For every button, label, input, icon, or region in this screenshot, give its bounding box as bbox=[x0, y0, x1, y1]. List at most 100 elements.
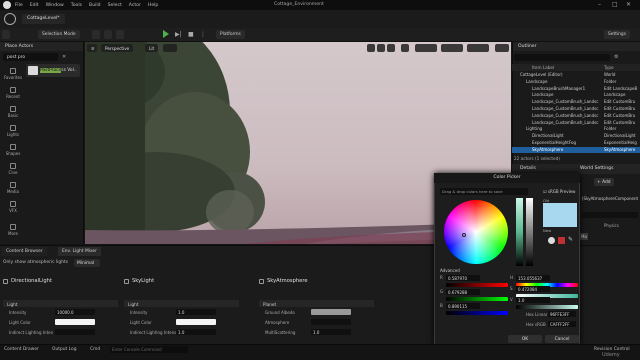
advanced-section[interactable]: Advanced bbox=[440, 268, 460, 273]
menu-tools[interactable]: Tools bbox=[71, 3, 82, 8]
save-icon[interactable] bbox=[2, 30, 10, 39]
maximize-icon[interactable]: □ bbox=[612, 1, 618, 8]
category-vfx[interactable]: VFX bbox=[2, 201, 24, 213]
stop-icon[interactable]: ■ bbox=[188, 31, 194, 38]
g-slider[interactable] bbox=[446, 297, 508, 301]
category-basic[interactable]: Basic bbox=[2, 106, 24, 118]
outliner-row[interactable]: Lighting Folder bbox=[512, 126, 640, 132]
menu-edit[interactable]: Edit bbox=[30, 3, 39, 8]
close-icon[interactable]: ✕ bbox=[626, 1, 631, 8]
mixer-property-value[interactable]: 1.0 bbox=[176, 329, 216, 335]
category-media[interactable]: Media bbox=[2, 182, 24, 194]
outliner-search-input[interactable] bbox=[514, 54, 610, 61]
h-value[interactable]: 153.055637 bbox=[516, 275, 550, 281]
menu-actor[interactable]: Actor bbox=[129, 3, 141, 8]
outliner-row[interactable]: LandscapeBrushManager1 Edit LandscapeB bbox=[512, 86, 640, 92]
menu-help[interactable]: Help bbox=[148, 3, 158, 8]
physics-tab[interactable]: Physics bbox=[604, 223, 619, 228]
outliner-row[interactable]: Landscape_CustomBrush_Landsc Edit CustomB… bbox=[512, 106, 640, 112]
viewport-menu-icon[interactable]: ≡ bbox=[87, 44, 97, 52]
mixer-property-value[interactable] bbox=[55, 319, 95, 325]
menu-build[interactable]: Build bbox=[89, 3, 101, 8]
category-more[interactable]: More bbox=[2, 224, 24, 236]
cancel-button[interactable]: Cancel bbox=[545, 335, 579, 343]
output-log-button[interactable]: Output Log bbox=[52, 347, 77, 352]
add-actor-icon[interactable] bbox=[92, 30, 100, 39]
theme-icon[interactable] bbox=[548, 237, 555, 244]
outliner-row[interactable]: SkyAtmosphere SkyAtmosphere bbox=[512, 146, 640, 153]
g-value[interactable]: 0.679288 bbox=[446, 289, 480, 295]
rotation-snap-button[interactable] bbox=[441, 44, 463, 52]
mixer-section-header[interactable]: Planet bbox=[259, 300, 374, 307]
mixer-section-header[interactable]: Light bbox=[3, 300, 118, 307]
platforms-button[interactable]: Platforms bbox=[216, 30, 245, 39]
outliner-row[interactable]: Landscape_CustomBrush_Landsc Edit CustomB… bbox=[512, 99, 640, 105]
details-search-input[interactable] bbox=[582, 212, 638, 218]
v-value[interactable]: 1.0 bbox=[516, 297, 550, 303]
outliner-row[interactable]: Landscape_CustomBrush_Landsc Edit CustomB… bbox=[512, 120, 640, 126]
more-icon[interactable]: ⋮ bbox=[200, 31, 206, 38]
mixer-property-value[interactable]: 1.0 bbox=[311, 329, 351, 335]
item-label-header[interactable]: Item Label bbox=[532, 65, 554, 70]
minimize-icon[interactable]: – bbox=[598, 1, 601, 8]
grid-snap-button[interactable] bbox=[415, 44, 437, 52]
menu-window[interactable]: Window bbox=[46, 3, 64, 8]
mixer-property-value[interactable]: 1.0 bbox=[176, 309, 216, 315]
r-slider[interactable] bbox=[446, 283, 508, 287]
perspective-button[interactable]: Perspective bbox=[101, 44, 134, 52]
mixer-property-value[interactable]: 10000.0 bbox=[55, 309, 95, 315]
clear-search-icon[interactable]: ✕ bbox=[62, 54, 66, 60]
console-command-input[interactable]: Enter Console Command bbox=[110, 346, 188, 353]
scale-snap-button[interactable] bbox=[467, 44, 489, 52]
category-shapes[interactable]: Shapes bbox=[2, 144, 24, 156]
cinematics-icon[interactable] bbox=[116, 30, 124, 39]
layout-icon[interactable] bbox=[495, 44, 509, 52]
category-cine[interactable]: Cine bbox=[2, 163, 24, 175]
cmd-dropdown[interactable]: Cmd bbox=[90, 347, 100, 352]
place-actors-search-input[interactable]: post pro bbox=[3, 53, 58, 61]
eyedropper-icon[interactable]: ✎ bbox=[568, 236, 573, 243]
category-recent[interactable]: Recent bbox=[2, 87, 24, 99]
content-browser-tab[interactable]: Content Browser bbox=[2, 247, 47, 256]
mixer-property-value[interactable] bbox=[176, 319, 216, 325]
selection-mode-button[interactable]: Selection Mode bbox=[38, 30, 80, 39]
menu-select[interactable]: Select bbox=[108, 3, 122, 8]
translate-icon[interactable] bbox=[367, 44, 375, 52]
detail-level-dropdown[interactable]: Minimal bbox=[74, 259, 100, 267]
menu-file[interactable]: File bbox=[15, 3, 23, 8]
b-value[interactable]: 0.890115 bbox=[446, 303, 480, 309]
outliner-row[interactable]: Landscape Landscape bbox=[512, 92, 640, 98]
outliner-filter-icon[interactable]: ⚙ bbox=[614, 54, 618, 60]
scale-icon[interactable] bbox=[387, 44, 395, 52]
outliner-row[interactable]: DirectionalLight DirectionalLight bbox=[512, 133, 640, 139]
saturation-slider[interactable] bbox=[516, 198, 523, 266]
ok-button[interactable]: OK bbox=[508, 335, 542, 343]
category-lights[interactable]: Lights bbox=[2, 125, 24, 137]
show-icon[interactable] bbox=[163, 44, 177, 52]
mixer-section-header[interactable]: Light bbox=[124, 300, 239, 307]
value-slider[interactable] bbox=[526, 198, 533, 266]
unreal-home-icon[interactable] bbox=[4, 13, 16, 25]
settings-button[interactable]: Settings bbox=[604, 30, 631, 39]
s-value[interactable]: 0.472084 bbox=[516, 286, 550, 292]
mobility-chip[interactable]: Mo bbox=[580, 233, 588, 240]
world-space-icon[interactable] bbox=[401, 44, 409, 52]
alpha-icon[interactable] bbox=[558, 237, 565, 244]
v-slider[interactable] bbox=[516, 305, 578, 309]
b-slider[interactable] bbox=[446, 311, 508, 315]
mixer-property-value[interactable] bbox=[311, 319, 351, 325]
outliner-row[interactable]: ExponentialHeightFog ExponentialHeig bbox=[512, 140, 640, 146]
mixer-property-value[interactable] bbox=[55, 329, 95, 335]
hex-linear-input[interactable]: 96FFE3FF bbox=[548, 311, 576, 317]
skip-icon[interactable]: ▶| bbox=[175, 31, 182, 38]
r-value[interactable]: 0.587970 bbox=[446, 275, 480, 281]
postprocess-volume-item[interactable]: PostProcess Vol.. bbox=[26, 64, 80, 77]
lit-button[interactable]: Lit bbox=[145, 44, 159, 52]
type-header[interactable]: Type bbox=[604, 65, 614, 70]
mixer-property-value[interactable] bbox=[311, 309, 351, 315]
hex-srgb-input[interactable]: CAFFF2FF bbox=[548, 321, 576, 327]
category-favorites[interactable]: Favorites bbox=[2, 68, 24, 80]
level-tab[interactable]: CottageLevel* bbox=[22, 14, 65, 24]
content-drawer-button[interactable]: Content Drawer bbox=[4, 347, 39, 352]
details-tab[interactable]: Details bbox=[520, 166, 536, 171]
